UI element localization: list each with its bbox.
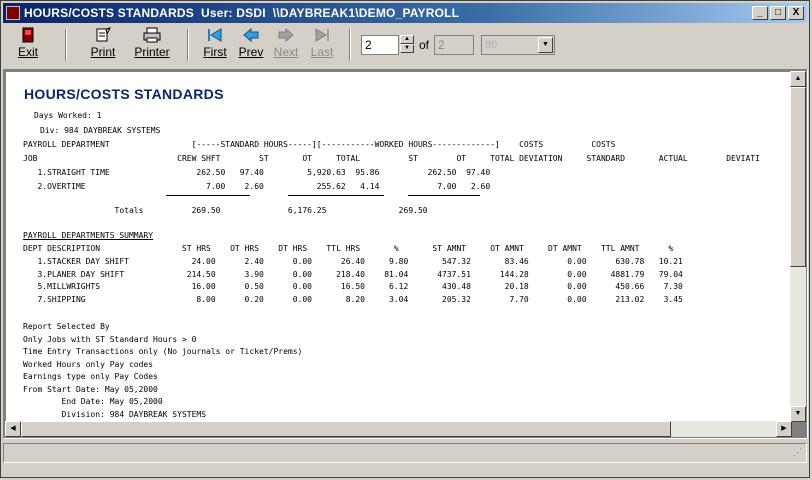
footer-line: Worked Hours only Pay codes — [23, 360, 154, 369]
spin-down-icon[interactable]: ▼ — [400, 44, 414, 53]
footer-line: Earnings type only Pay Codes — [23, 372, 158, 381]
scroll-left-icon[interactable]: ◀ — [5, 421, 21, 437]
report-title: HOURS/COSTS STANDARDS — [24, 86, 224, 102]
scroll-down-icon[interactable]: ▼ — [790, 406, 806, 422]
zoom-value: 80 — [485, 39, 498, 51]
summary-row: 7.SHIPPING 8.00 0.20 0.00 8.20 3.04 205.… — [23, 295, 683, 304]
table-row: 1.STRAIGHT TIME 262.50 97.40 5,920.63 95… — [23, 168, 491, 177]
report-viewport: HOURS/COSTS STANDARDS Days Worked: 1 Div… — [3, 69, 808, 439]
window-title: HOURS/COSTS STANDARDS User: DSDI \\DAYBR… — [24, 6, 460, 20]
prev-button[interactable]: Prev — [237, 27, 265, 65]
footer-line: Time Entry Transactions only (No journal… — [23, 347, 303, 356]
days-worked: Days Worked: 1 — [34, 111, 102, 120]
prev-arrow-icon — [237, 27, 265, 45]
last-page-icon — [307, 27, 337, 45]
division-line: Div: 984 DAYBREAK SYSTEMS — [40, 126, 161, 135]
printer-button[interactable]: Printer — [131, 27, 173, 65]
footer-line: End Date: May 05,2000 — [23, 397, 163, 406]
horizontal-scroll-thumb[interactable] — [21, 421, 671, 437]
minimize-button[interactable]: _ — [752, 6, 768, 20]
app-icon — [6, 6, 20, 20]
report-window: HOURS/COSTS STANDARDS User: DSDI \\DAYBR… — [0, 0, 810, 478]
print-button[interactable]: Print — [87, 27, 119, 65]
toolbar-separator — [349, 29, 351, 61]
zoom-select[interactable]: 80 ▼ — [481, 35, 555, 55]
report-page: HOURS/COSTS STANDARDS Days Worked: 1 Div… — [6, 72, 793, 422]
resize-grip-icon[interactable]: ⋰ — [793, 447, 802, 458]
toolbar: Exit Print Printer First Prev Next Last … — [3, 25, 807, 65]
exit-button[interactable]: Exit — [13, 27, 43, 65]
total-rule — [166, 195, 250, 196]
scroll-right-icon[interactable]: ▶ — [776, 421, 792, 437]
exit-icon — [13, 27, 43, 45]
summary-title: PAYROLL DEPARTMENTS SUMMARY — [23, 231, 154, 240]
of-label: of — [419, 38, 430, 52]
toolbar-separator — [187, 29, 189, 61]
total-rule — [288, 195, 384, 196]
summary-row: 5.MILLWRIGHTS 16.00 0.50 0.00 16.50 6.12… — [23, 282, 683, 291]
footer-line: Division: 984 DAYBREAK SYSTEMS — [23, 410, 207, 419]
vertical-scrollbar[interactable]: ▲ ▼ — [790, 71, 806, 422]
totals-row: Totals 269.50 6,176.25 269.50 — [23, 206, 428, 215]
horizontal-scrollbar[interactable]: ◀ ▶ — [5, 421, 792, 437]
scroll-up-icon[interactable]: ▲ — [790, 71, 806, 87]
last-button[interactable]: Last — [307, 27, 337, 65]
footer-line: From Start Date: May 05,2000 — [23, 385, 158, 394]
summary-row: 3.PLANER DAY SHIFT 214.50 3.90 0.00 218.… — [23, 270, 683, 279]
footer-line: Report Selected By — [23, 322, 110, 331]
column-header-group: PAYROLL DEPARTMENT [-----STANDARD HOURS-… — [23, 140, 616, 149]
table-row: 2.OVERTIME 7.00 2.60 255.62 4.14 7.00 2.… — [23, 182, 491, 191]
page-number-input[interactable]: 2 — [361, 35, 399, 55]
page-spinner[interactable]: ▲ ▼ — [400, 35, 414, 55]
first-page-icon — [201, 27, 229, 45]
footer-line: Only Jobs with ST Standard Hours > 0 — [23, 335, 197, 344]
next-button[interactable]: Next — [271, 27, 301, 65]
summary-row: 1.STACKER DAY SHIFT 24.00 2.40 0.00 26.4… — [23, 257, 683, 266]
title-bar[interactable]: HOURS/COSTS STANDARDS User: DSDI \\DAYBR… — [3, 3, 807, 23]
scroll-thumb[interactable] — [790, 87, 806, 267]
status-bar: ⋰ — [3, 443, 807, 463]
total-rule — [408, 195, 480, 196]
maximize-button[interactable]: □ — [770, 6, 786, 20]
close-button[interactable]: X — [788, 6, 804, 20]
printer-icon — [131, 27, 173, 45]
toolbar-separator — [65, 29, 67, 61]
print-icon — [87, 27, 119, 45]
next-arrow-icon — [271, 27, 301, 45]
summary-header: DEPT DESCRIPTION ST HRS OT HRS DT HRS TT… — [23, 244, 674, 253]
first-button[interactable]: First — [201, 27, 229, 65]
column-header: JOB CREW SHFT ST OT TOTAL ST OT TOTAL DE… — [23, 154, 760, 163]
page-total-field: 2 — [434, 35, 474, 55]
spin-up-icon[interactable]: ▲ — [400, 35, 414, 44]
chevron-down-icon[interactable]: ▼ — [538, 37, 553, 53]
